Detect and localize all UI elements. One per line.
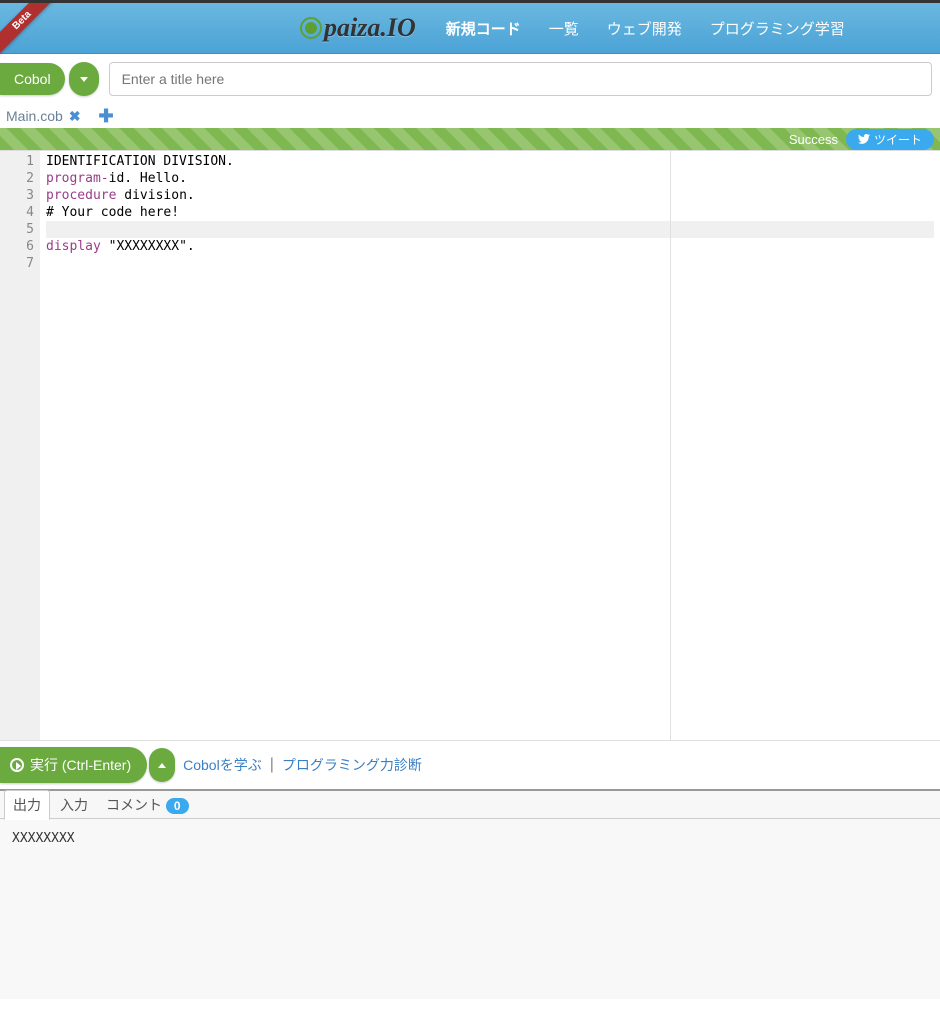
separator: | [270,756,274,774]
code-line: procedure division. [46,187,934,204]
line-number: 7 [0,255,34,272]
language-label: Cobol [14,71,51,87]
output-tabs: 出力 入力 コメント 0 [0,789,940,819]
file-tab[interactable]: Main.cob ✖ [6,108,81,125]
run-label: 実行 (Ctrl-Enter) [30,755,131,775]
code-line: program-id. Hello. [46,170,934,187]
top-navbar: Beta paiza.IO 新規コード 一覧 ウェブ開発 プログラミング学習 [0,0,940,54]
nav-links: 新規コード 一覧 ウェブ開発 プログラミング学習 [446,18,845,39]
keyword: procedure [46,188,116,203]
line-number: 1 [0,153,34,170]
learn-link[interactable]: Cobolを学ぶ [183,755,262,775]
code-line: display "XXXXXXXX". [46,238,934,255]
beta-ribbon-label: Beta [0,3,56,54]
play-icon [10,758,24,772]
diagnosis-link[interactable]: プログラミング力診断 [282,755,422,775]
file-tabs: Main.cob ✖ ✚ [0,104,940,128]
language-button[interactable]: Cobol [0,63,65,95]
output-area: XXXXXXXX [0,819,940,999]
language-dropdown[interactable] [69,62,99,96]
tab-comment-label: コメント [106,797,162,813]
line-number: 4 [0,204,34,221]
twitter-icon [858,134,870,144]
output-text: XXXXXXXX [12,831,928,846]
code-editor[interactable]: 1 2 3 4 5 6 7 IDENTIFICATION DIVISION. p… [0,150,940,740]
nav-web-dev[interactable]: ウェブ開発 [607,18,682,39]
add-tab-icon[interactable]: ✚ [99,106,114,127]
ruler-line [670,151,671,740]
keyword: display [46,239,101,254]
keyword: program- [46,171,109,186]
logo[interactable]: paiza.IO [300,13,416,43]
title-input[interactable] [109,62,932,96]
beta-ribbon: Beta [0,3,60,63]
logo-text: paiza.IO [324,13,416,43]
chevron-down-icon [80,77,88,82]
code-line: # Your code here! [46,204,934,221]
nav-learning[interactable]: プログラミング学習 [710,18,845,39]
run-button[interactable]: 実行 (Ctrl-Enter) [0,747,147,783]
tweet-label: ツイート [874,131,922,148]
line-number: 3 [0,187,34,204]
run-dropdown[interactable] [149,748,175,782]
code-line: IDENTIFICATION DIVISION. [46,153,934,170]
logo-icon [300,17,322,39]
line-number: 2 [0,170,34,187]
tab-output[interactable]: 出力 [4,790,50,820]
tab-input[interactable]: 入力 [52,791,96,819]
comment-count-badge: 0 [166,798,189,814]
nav-new-code[interactable]: 新規コード [446,18,521,39]
file-tab-label: Main.cob [6,108,63,124]
status-text: Success [789,132,838,147]
close-icon[interactable]: ✖ [69,108,81,125]
toolbar: Cobol [0,54,940,104]
run-bar: 実行 (Ctrl-Enter) Cobolを学ぶ | プログラミング力診断 [0,740,940,789]
code-line [46,255,934,272]
line-gutter: 1 2 3 4 5 6 7 [0,151,40,740]
tab-comment[interactable]: コメント 0 [98,791,197,819]
code-area[interactable]: IDENTIFICATION DIVISION. program-id. Hel… [40,151,940,740]
line-number: 6 [0,238,34,255]
status-bar: Success ツイート [0,128,940,150]
code-line-active [46,221,934,238]
chevron-up-icon [158,763,166,768]
tweet-button[interactable]: ツイート [846,129,934,150]
line-number: 5 [0,221,34,238]
nav-list[interactable]: 一覧 [549,18,579,39]
